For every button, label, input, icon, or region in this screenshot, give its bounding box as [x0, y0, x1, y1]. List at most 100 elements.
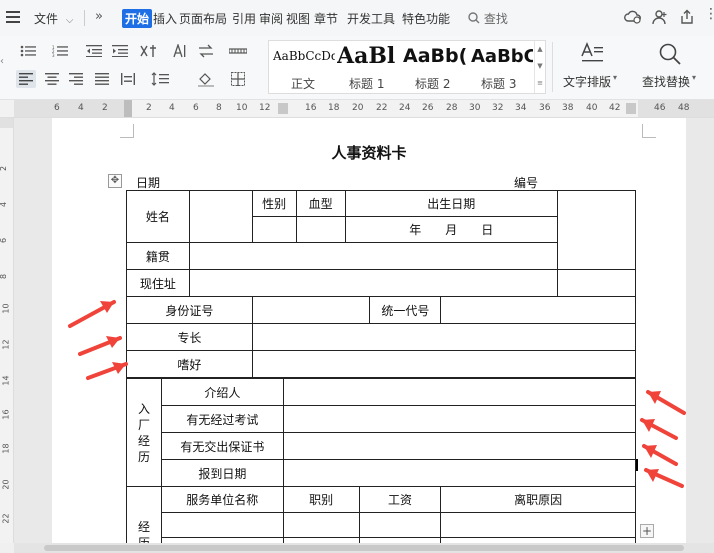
- exam-value-cell[interactable]: [282, 405, 637, 433]
- table-move-icon[interactable]: ✥: [108, 174, 122, 188]
- tab-review[interactable]: 审阅: [257, 10, 285, 27]
- ruler-tick: 6: [54, 103, 60, 113]
- report-date-value-cell[interactable]: [282, 459, 637, 487]
- shading-icon[interactable]: [196, 70, 216, 88]
- referrer-value-cell[interactable]: [282, 378, 637, 406]
- unified-code-value-cell[interactable]: [440, 296, 636, 324]
- ruler-tick: 16: [305, 103, 317, 113]
- horizontal-scrollbar[interactable]: [14, 543, 714, 553]
- id-number-value-cell[interactable]: [251, 296, 371, 324]
- photo-cell[interactable]: [557, 190, 636, 270]
- work-cell[interactable]: [282, 512, 360, 538]
- sort-icon[interactable]: [196, 42, 216, 60]
- styles-scrollbar[interactable]: ▲ ▼ ≡: [534, 41, 545, 93]
- gender-label-cell: 性别: [251, 190, 297, 217]
- horizontal-ruler[interactable]: 6 4 2 2 4 6 8 10 12 16 18 20 22 24 26 28…: [0, 100, 714, 118]
- blood-type-label-cell: 血型: [295, 190, 346, 217]
- guarantee-value-cell[interactable]: [282, 432, 637, 460]
- work-cell[interactable]: [160, 512, 284, 538]
- ruler-tick: 4: [78, 103, 84, 113]
- text-direction-icon[interactable]: [170, 42, 190, 60]
- specialty-label-cell: 专长: [126, 323, 253, 351]
- align-right-icon[interactable]: [66, 70, 86, 88]
- text-cursor: [636, 459, 638, 471]
- distributed-align-icon[interactable]: [118, 70, 138, 88]
- tab-view[interactable]: 视图: [284, 10, 312, 27]
- specialty-value-cell[interactable]: [251, 323, 637, 351]
- tab-home[interactable]: 开始: [122, 9, 153, 28]
- tab-page-layout[interactable]: 页面布局: [177, 10, 229, 27]
- ruler-tick: 42: [609, 103, 621, 113]
- style-heading-2-name: 标题 2: [415, 77, 451, 91]
- style-normal-preview: AaBbCcDd: [273, 49, 335, 63]
- vruler-tick: 10: [1, 303, 11, 314]
- ruler-tick: 2: [146, 103, 152, 113]
- align-center-icon[interactable]: [42, 70, 62, 88]
- birth-date-value-cell[interactable]: 年 月 日: [344, 216, 559, 243]
- id-number-label-cell: 身份证号: [126, 296, 253, 324]
- address-value-cell[interactable]: [188, 269, 559, 297]
- cloud-sync-icon[interactable]: [624, 9, 642, 28]
- style-heading-1[interactable]: AaBl 标题 1: [335, 41, 401, 93]
- tab-references[interactable]: 引用: [230, 10, 258, 27]
- style-normal-name: 正文: [291, 77, 316, 91]
- native-place-value-cell[interactable]: [188, 242, 559, 270]
- address-extra-cell[interactable]: [557, 269, 636, 297]
- referrer-label-cell: 介绍人: [160, 378, 284, 406]
- more-icon[interactable]: ⋮: [704, 6, 714, 22]
- more-tabs-icon[interactable]: »: [95, 9, 103, 24]
- tab-features[interactable]: 特色功能: [400, 10, 452, 27]
- find-replace-button[interactable]: 查找替换 ▾: [638, 40, 708, 92]
- search-box[interactable]: 查找: [468, 10, 508, 27]
- ruler-tick: 18: [328, 103, 340, 113]
- vertical-ruler[interactable]: 2 4 6 8 10 12 14 16 18 20 22: [0, 118, 14, 543]
- vruler-tick: 16: [1, 409, 11, 420]
- collaborate-icon[interactable]: [652, 9, 668, 28]
- share-icon[interactable]: [679, 9, 695, 28]
- table-column-marker[interactable]: [278, 103, 288, 114]
- gender-value-cell[interactable]: [251, 216, 297, 243]
- ruler-tick: 36: [539, 103, 551, 113]
- increase-indent-icon[interactable]: [110, 42, 130, 60]
- chinese-layout-icon[interactable]: [138, 42, 158, 60]
- ribbon-scroll-left-icon[interactable]: ‹: [0, 56, 10, 80]
- expand-icon[interactable]: ≡: [535, 75, 545, 92]
- table-column-marker[interactable]: [626, 103, 636, 114]
- show-markers-icon[interactable]: [228, 42, 248, 60]
- align-left-icon[interactable]: [16, 70, 36, 88]
- numbered-list-icon[interactable]: 123: [50, 42, 70, 60]
- tab-developer[interactable]: 开发工具: [345, 10, 397, 27]
- hamburger-icon[interactable]: [6, 11, 20, 23]
- style-heading-2[interactable]: AaBb( 标题 2: [401, 41, 469, 93]
- style-normal[interactable]: AaBbCcDd 正文: [269, 41, 335, 93]
- add-row-icon[interactable]: +: [640, 524, 654, 538]
- decrease-indent-icon[interactable]: [84, 42, 104, 60]
- personnel-form-table: 姓名 性别 血型 出生日期 年 月 日 籍贯 现住址 身份证号 统一代号 专长 …: [126, 190, 637, 378]
- file-menu[interactable]: 文件 ⌵: [34, 10, 73, 27]
- salary-header-cell: 工资: [358, 486, 442, 513]
- document-page[interactable]: 人事资料卡 ✥ 日期 编号 姓名 性别 血型 出生日期 年 月 日 籍贯 现住址…: [52, 118, 686, 553]
- work-cell[interactable]: [440, 512, 636, 538]
- chevron-down-icon[interactable]: ▼: [535, 58, 545, 75]
- vruler-tick: 8: [0, 274, 8, 279]
- file-menu-label: 文件: [34, 12, 59, 26]
- justify-icon[interactable]: [92, 70, 112, 88]
- vruler-tick: 12: [1, 339, 11, 350]
- name-value-cell[interactable]: [188, 190, 253, 243]
- ruler-tick: 4: [169, 103, 175, 113]
- hobby-value-cell[interactable]: [251, 350, 637, 378]
- work-cell[interactable]: [358, 512, 442, 538]
- chevron-up-icon[interactable]: ▲: [535, 41, 545, 58]
- borders-icon[interactable]: [228, 70, 248, 88]
- divider: [552, 42, 553, 92]
- line-spacing-icon[interactable]: [150, 70, 170, 88]
- employer-header-cell: 服务单位名称: [160, 486, 284, 513]
- indent-marker[interactable]: [124, 100, 132, 117]
- tab-insert[interactable]: 插入: [151, 10, 179, 27]
- style-heading-3[interactable]: AaBbC 标题 3: [469, 41, 535, 93]
- text-layout-button[interactable]: 文字排版 ▾: [560, 40, 624, 92]
- tab-sections[interactable]: 章节: [312, 10, 340, 27]
- blood-type-value-cell[interactable]: [295, 216, 346, 243]
- scrollbar-thumb[interactable]: [44, 545, 684, 551]
- bullet-list-icon[interactable]: [18, 42, 38, 60]
